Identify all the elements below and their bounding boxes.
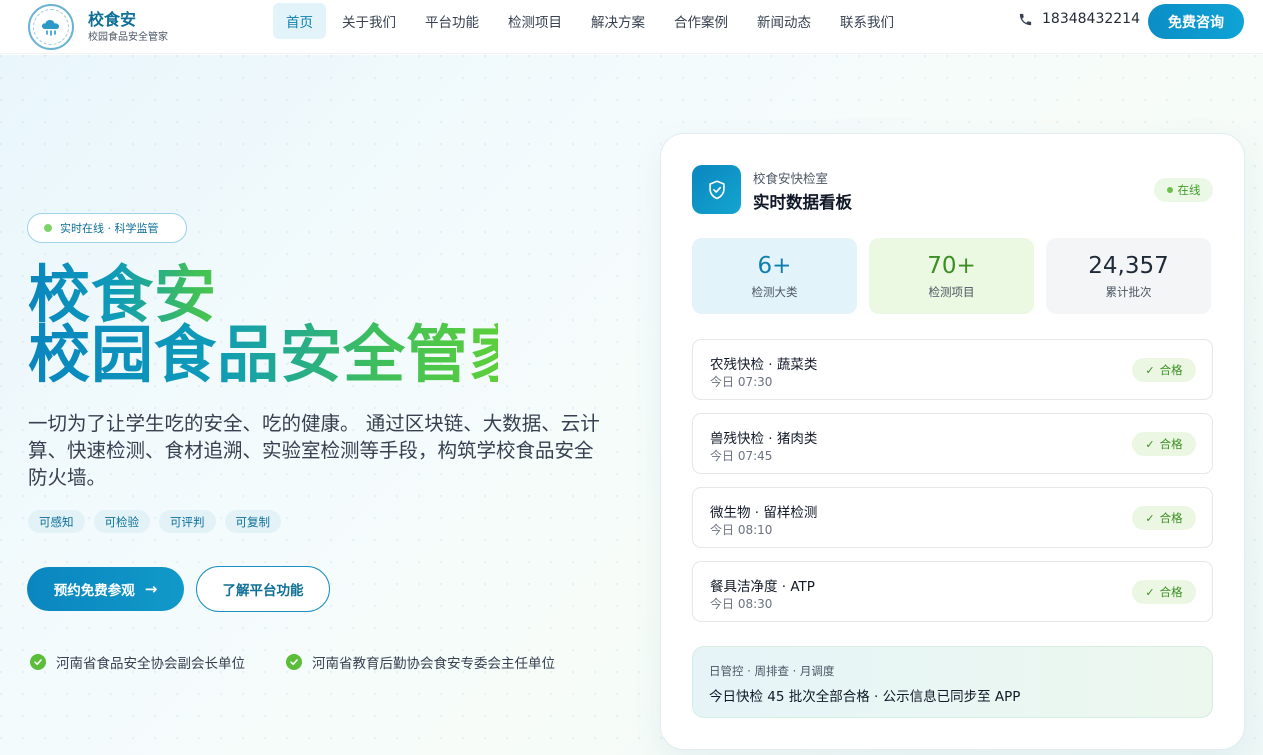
badge-text: 实时在线 · 科学监管 bbox=[60, 222, 159, 235]
phone-icon bbox=[1019, 13, 1032, 25]
tag-verifiable: 可检验 bbox=[93, 510, 150, 533]
stat-items: 70+ 检测项目 bbox=[869, 238, 1034, 314]
pass-text: 合格 bbox=[1159, 585, 1183, 599]
daily-summary-box: 日管控 · 周排查 · 月调度 今日快检 45 批次全部合格 · 公示信息已同步… bbox=[692, 646, 1213, 718]
brand-subtitle: 校园食品安全管家 bbox=[88, 31, 168, 43]
check-time: 今日 07:45 bbox=[710, 449, 773, 463]
stat-value: 70+ bbox=[927, 253, 976, 279]
top-navbar: 校食安 校园食品安全管家 首页 关于我们 平台功能 检测项目 解决方案 合作案例… bbox=[0, 0, 1263, 54]
dashboard-subtitle: 校食安快检室 bbox=[753, 171, 829, 186]
tag-replicable: 可复制 bbox=[224, 510, 281, 533]
nav-home[interactable]: 首页 bbox=[273, 3, 326, 39]
stat-label: 检测项目 bbox=[928, 285, 975, 299]
pass-badge: ✓ 合格 bbox=[1132, 506, 1196, 530]
credential-item: 河南省教育后勤协会食安专委会主任单位 bbox=[286, 652, 555, 672]
nav-test-items[interactable]: 检测项目 bbox=[495, 3, 575, 39]
realtime-dashboard-card: 校食安快检室 实时数据看板 在线 6+ 检测大类 70+ 检测项目 24,357… bbox=[660, 133, 1245, 750]
check-time: 今日 08:10 bbox=[710, 523, 773, 537]
nav-features[interactable]: 平台功能 bbox=[412, 3, 492, 39]
pass-text: 合格 bbox=[1159, 511, 1183, 525]
nav-news[interactable]: 新闻动态 bbox=[744, 3, 824, 39]
pass-text: 合格 bbox=[1159, 363, 1183, 377]
book-visit-button[interactable]: 预约免费参观 → bbox=[27, 567, 184, 611]
online-status-badge: 在线 bbox=[1154, 178, 1213, 202]
stat-batches: 24,357 累计批次 bbox=[1046, 238, 1211, 314]
free-consult-button[interactable]: 免费咨询 bbox=[1148, 4, 1244, 39]
check-circle-icon bbox=[30, 654, 46, 670]
pass-badge: ✓ 合格 bbox=[1132, 432, 1196, 456]
nav-solutions[interactable]: 解决方案 bbox=[578, 3, 658, 39]
nav-about[interactable]: 关于我们 bbox=[329, 3, 409, 39]
credential-text: 河南省教育后勤协会食安专委会主任单位 bbox=[312, 656, 555, 672]
check-record-row[interactable]: 微生物 · 留样检测 今日 08:10 ✓ 合格 bbox=[692, 487, 1213, 548]
credential-item: 河南省食品安全协会副会长单位 bbox=[30, 652, 245, 672]
check-name: 兽残快检 · 猪肉类 bbox=[710, 431, 818, 447]
credential-text: 河南省食品安全协会副会长单位 bbox=[56, 656, 245, 672]
brand-logo[interactable]: 校食安 校园食品安全管家 bbox=[28, 4, 168, 50]
shield-check-icon bbox=[692, 165, 741, 214]
book-visit-label: 预约免费参观 bbox=[53, 583, 135, 599]
check-circle-icon bbox=[286, 654, 302, 670]
online-dot-icon bbox=[1166, 187, 1173, 193]
checkmark-icon: ✓ bbox=[1145, 585, 1155, 599]
stat-label: 检测大类 bbox=[751, 285, 798, 299]
check-time: 今日 08:30 bbox=[710, 597, 773, 611]
stat-value: 24,357 bbox=[1088, 253, 1169, 279]
live-dot-icon bbox=[44, 224, 52, 232]
learn-features-button[interactable]: 了解平台功能 bbox=[196, 566, 330, 612]
phone-contact[interactable]: 18348432214 bbox=[1018, 11, 1140, 27]
check-record-row[interactable]: 餐具洁净度 · ATP 今日 08:30 ✓ 合格 bbox=[692, 561, 1213, 622]
pass-text: 合格 bbox=[1159, 437, 1183, 451]
summary-result: 今日快检 45 批次全部合格 · 公示信息已同步至 APP bbox=[709, 689, 1021, 705]
nav-cases[interactable]: 合作案例 bbox=[661, 3, 741, 39]
hero-description: 一切为了让学生吃的安全、吃的健康。 通过区块链、大数据、云计算、快速检测、食材追… bbox=[28, 412, 600, 489]
summary-schedule: 日管控 · 周排查 · 月调度 bbox=[709, 664, 835, 678]
stat-label: 累计批次 bbox=[1105, 285, 1152, 299]
dashboard-title: 实时数据看板 bbox=[753, 193, 852, 212]
main-nav: 首页 关于我们 平台功能 检测项目 解决方案 合作案例 新闻动态 联系我们 bbox=[273, 3, 910, 39]
tag-perceivable: 可感知 bbox=[28, 510, 85, 533]
live-status-badge: 实时在线 · 科学监管 bbox=[27, 213, 187, 243]
checkmark-icon: ✓ bbox=[1145, 437, 1155, 451]
check-name: 微生物 · 留样检测 bbox=[710, 505, 818, 521]
checkmark-icon: ✓ bbox=[1145, 363, 1155, 377]
hero-title-line2: 校园食品安全管家 bbox=[28, 318, 533, 391]
online-status-text: 在线 bbox=[1177, 183, 1201, 197]
tag-assessable: 可评判 bbox=[159, 510, 216, 533]
stat-categories: 6+ 检测大类 bbox=[692, 238, 857, 314]
feature-tags: 可感知 可检验 可评判 可复制 bbox=[28, 510, 290, 533]
arrow-right-icon: → bbox=[144, 580, 158, 598]
stat-value: 6+ bbox=[757, 253, 792, 279]
check-record-row[interactable]: 农残快检 · 蔬菜类 今日 07:30 ✓ 合格 bbox=[692, 339, 1213, 400]
brand-name: 校食安 bbox=[88, 9, 137, 29]
checkmark-icon: ✓ bbox=[1145, 511, 1155, 525]
phone-number: 18348432214 bbox=[1042, 11, 1140, 27]
check-name: 餐具洁净度 · ATP bbox=[710, 579, 815, 595]
pass-badge: ✓ 合格 bbox=[1132, 358, 1196, 382]
logo-emblem-icon bbox=[28, 4, 74, 50]
pass-badge: ✓ 合格 bbox=[1132, 580, 1196, 604]
check-time: 今日 07:30 bbox=[710, 375, 773, 389]
nav-contact[interactable]: 联系我们 bbox=[827, 3, 907, 39]
check-name: 农残快检 · 蔬菜类 bbox=[710, 357, 818, 373]
check-record-row[interactable]: 兽残快检 · 猪肉类 今日 07:45 ✓ 合格 bbox=[692, 413, 1213, 474]
